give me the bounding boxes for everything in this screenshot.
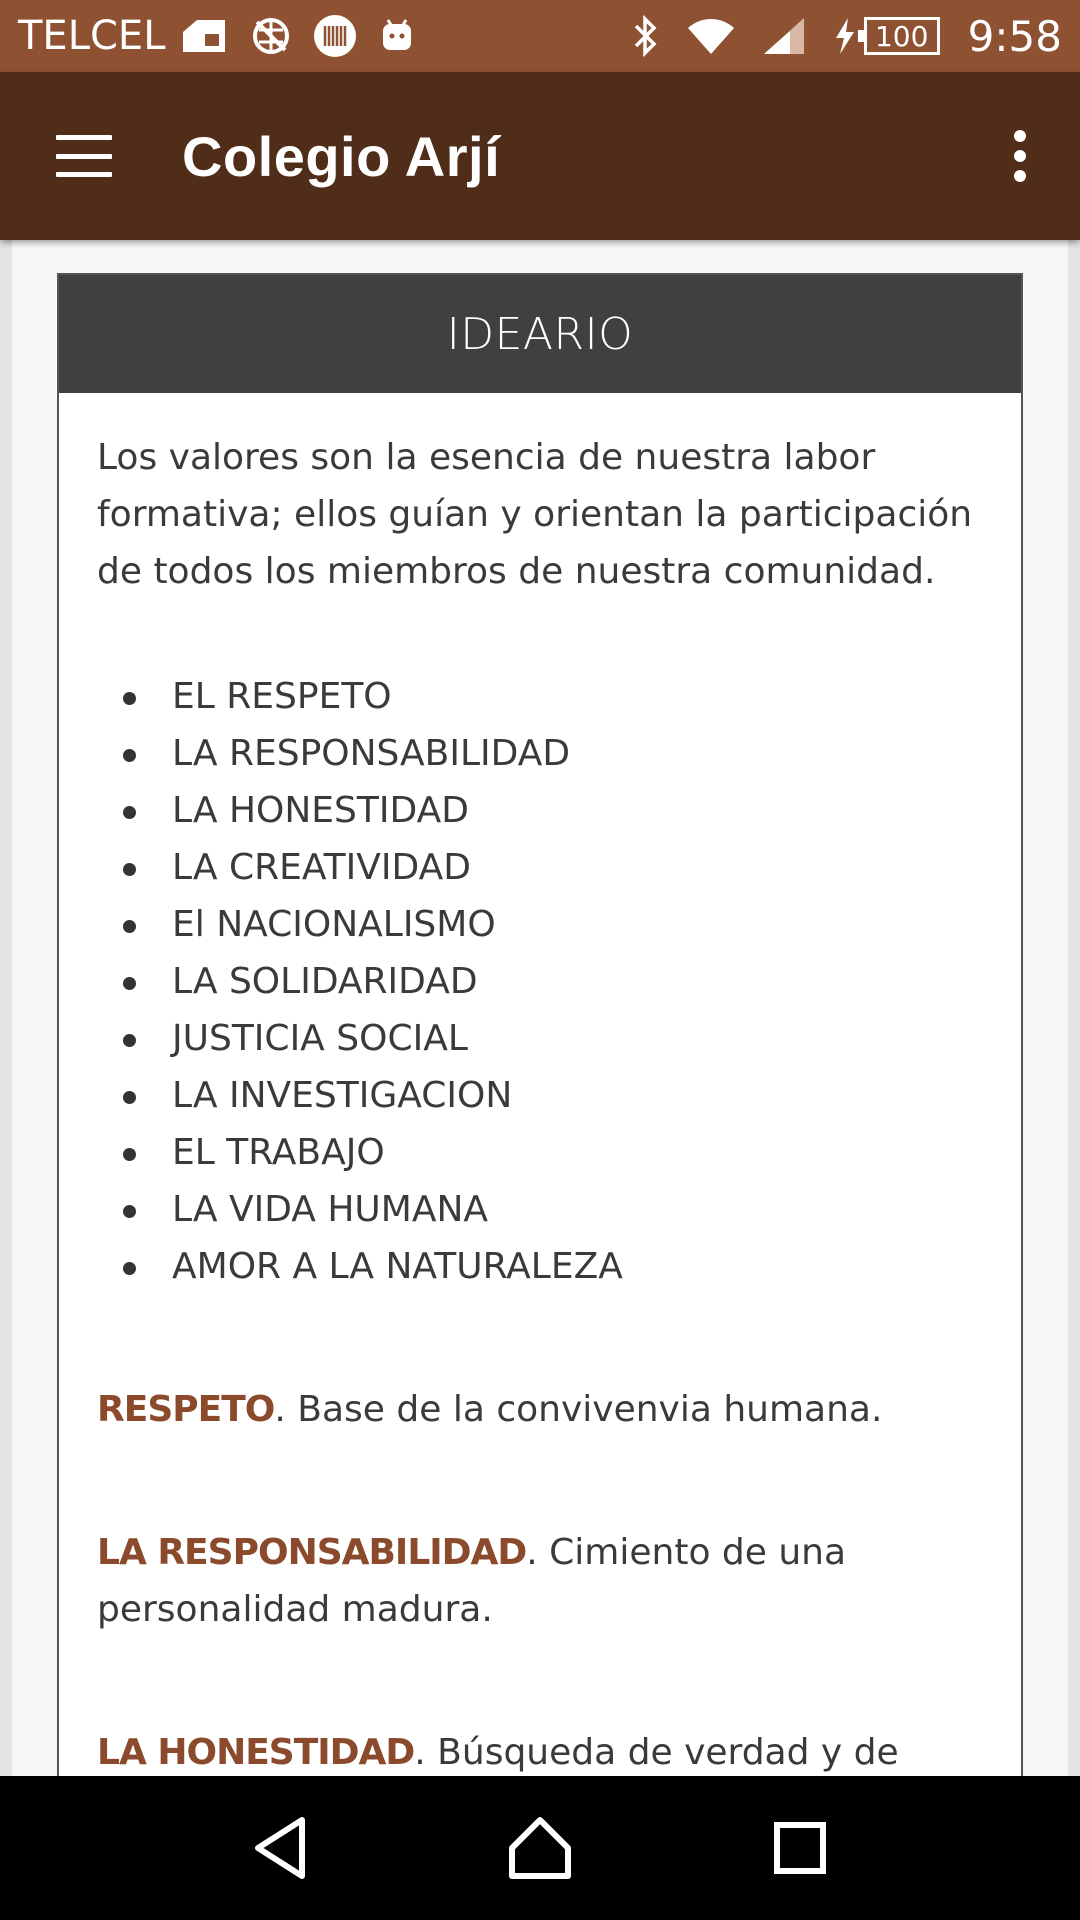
values-list: EL RESPETO LA RESPONSABILIDAD LA HONESTI…	[97, 668, 983, 1295]
status-bar: TELCEL 100 9:58	[0, 0, 1080, 72]
bluetooth-icon	[632, 15, 660, 57]
carrier-label: TELCEL	[18, 13, 166, 59]
definition-respeto: RESPETO. Base de la convivenvia humana.	[97, 1381, 983, 1438]
list-item: LA RESPONSABILIDAD	[97, 725, 983, 782]
charging-icon	[832, 16, 856, 56]
android-icon	[379, 18, 415, 54]
intro-paragraph: Los valores son la esencia de nuestra la…	[97, 437, 973, 592]
card-body: Los valores son la esencia de nuestra la…	[59, 393, 1021, 1776]
back-icon[interactable]	[235, 1803, 325, 1893]
list-item: JUSTICIA SOCIAL	[97, 1010, 983, 1067]
list-item: LA SOLIDARIDAD	[97, 953, 983, 1010]
hamburger-menu-icon[interactable]	[56, 135, 112, 177]
list-item: LA HONESTIDAD	[97, 782, 983, 839]
list-item: El NACIONALISMO	[97, 896, 983, 953]
definition-text: . Búsqueda de verdad y de	[414, 1732, 899, 1773]
list-item: EL TRABAJO	[97, 1124, 983, 1181]
barcode-icon	[313, 14, 357, 58]
app-title: Colegio Arjí	[182, 124, 501, 188]
list-item: EL RESPETO	[97, 668, 983, 725]
navigation-bar	[0, 1776, 1080, 1920]
definition-honestidad: LA HONESTIDAD. Búsqueda de verdad y de	[97, 1724, 983, 1776]
definition-term: LA RESPONSABILIDAD	[97, 1532, 527, 1573]
battery-indicator: 100	[857, 17, 940, 55]
ideario-card: IDEARIO Los valores son la esencia de nu…	[57, 273, 1023, 1776]
definition-text: . Base de la convivenvia humana.	[274, 1389, 883, 1430]
home-icon[interactable]	[495, 1803, 585, 1893]
definition-term: LA HONESTIDAD	[97, 1732, 415, 1773]
definition-term: RESPETO	[97, 1389, 275, 1430]
content-area[interactable]: IDEARIO Los valores son la esencia de nu…	[12, 240, 1068, 1776]
card-header: IDEARIO	[59, 275, 1021, 393]
sim-card-icon	[179, 18, 229, 54]
more-vert-icon[interactable]	[1010, 130, 1030, 182]
list-item: AMOR A LA NATURALEZA	[97, 1238, 983, 1295]
list-item: LA CREATIVIDAD	[97, 839, 983, 896]
list-item: LA INVESTIGACION	[97, 1067, 983, 1124]
wifi-icon	[686, 16, 736, 56]
recents-icon[interactable]	[755, 1803, 845, 1893]
definition-responsabilidad: LA RESPONSABILIDAD. Cimiento de una pers…	[97, 1524, 983, 1638]
app-bar: Colegio Arjí	[0, 72, 1080, 240]
clock: 9:58	[967, 11, 1062, 61]
list-item: LA VIDA HUMANA	[97, 1181, 983, 1238]
no-network-icon	[251, 16, 291, 56]
cell-signal-icon	[762, 16, 806, 56]
